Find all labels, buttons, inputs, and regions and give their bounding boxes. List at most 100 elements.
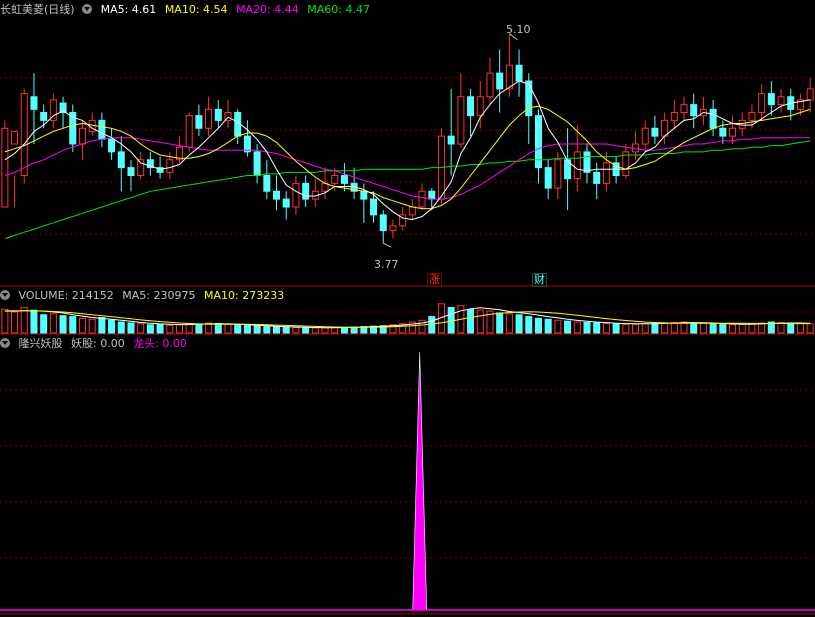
candle-body — [408, 206, 416, 216]
candle-body — [525, 80, 533, 117]
volume-bar — [777, 322, 785, 334]
candle-body — [137, 159, 145, 176]
volume-bar — [98, 317, 106, 334]
volume-bar — [88, 318, 96, 334]
volume-bar — [224, 323, 232, 334]
candle-body — [331, 175, 339, 184]
candle-body — [602, 162, 610, 184]
low-price-label: 3.77 — [374, 258, 399, 271]
event-tag-zhang[interactable]: 涨 — [427, 273, 442, 287]
volume-bar — [292, 327, 300, 334]
candle-body — [680, 104, 688, 113]
volume-bar — [651, 322, 659, 334]
candle-body — [573, 151, 581, 180]
volume-bar — [583, 322, 591, 334]
volume-bar — [496, 312, 504, 334]
candle-body — [651, 127, 659, 137]
ma20-line — [4, 137, 811, 200]
kline-chart[interactable] — [0, 0, 815, 617]
volume-bar — [11, 311, 19, 334]
candle-body — [496, 72, 504, 90]
candle-body — [690, 104, 698, 117]
volume-bar — [476, 309, 484, 334]
candle-body — [98, 119, 106, 140]
indicator-spike — [412, 351, 428, 611]
low-marker-arrow — [383, 242, 392, 248]
candle-body — [195, 115, 203, 129]
volume-bar — [505, 313, 513, 334]
volume-bar — [593, 322, 601, 334]
candle-body — [806, 88, 814, 101]
volume-bar — [602, 322, 610, 334]
volume-bar — [690, 322, 698, 334]
volume-bar — [127, 322, 135, 334]
volume-bar — [243, 324, 251, 334]
volume-bar — [156, 323, 164, 334]
candle-body — [583, 151, 591, 173]
volume-bar — [331, 327, 339, 334]
volume-bar — [661, 322, 669, 334]
volume-bar — [515, 314, 523, 334]
volume-bar — [234, 324, 242, 334]
candle-body — [515, 64, 523, 82]
candle-body — [777, 96, 785, 106]
ma10-line — [4, 105, 811, 210]
volume-bar — [641, 323, 649, 334]
candle-body — [253, 151, 261, 176]
candle-body — [457, 96, 465, 145]
candle-body — [78, 127, 86, 145]
candle-body — [476, 96, 484, 117]
volume-bar — [282, 326, 290, 334]
volume-bar — [69, 316, 77, 334]
candle-body — [593, 171, 601, 184]
volume-bar — [117, 321, 125, 334]
volume-bar — [166, 324, 174, 334]
candle-body — [282, 198, 290, 208]
volume-bar — [729, 324, 737, 334]
candle-body — [467, 96, 475, 117]
high-price-label: 5.10 — [506, 23, 531, 36]
volume-bar — [758, 322, 766, 334]
volume-bar — [253, 325, 261, 334]
volume-bar — [214, 322, 222, 334]
candle-body — [719, 127, 727, 137]
volume-bar — [311, 327, 319, 334]
volume-bar — [709, 323, 717, 334]
ma60-line — [4, 140, 811, 239]
volume-bar — [631, 323, 640, 334]
volume-bar — [525, 316, 533, 334]
volume-bar — [340, 326, 348, 334]
volume-bar — [78, 317, 86, 334]
candle-body — [340, 175, 348, 184]
volume-bar — [796, 322, 804, 334]
volume-bar — [670, 322, 678, 334]
candle-body — [428, 190, 436, 200]
volume-bar — [263, 325, 271, 334]
candle-body — [30, 96, 38, 110]
candle-body — [263, 175, 271, 192]
candle-body — [544, 167, 552, 189]
volume-bar — [302, 327, 310, 334]
candle-body — [127, 167, 135, 176]
volume-bar — [738, 323, 746, 334]
candle-body — [729, 127, 737, 137]
candle-body — [748, 112, 756, 121]
event-tag-cai[interactable]: 财 — [532, 273, 547, 287]
candle-body — [243, 135, 251, 153]
volume-bar — [137, 323, 145, 334]
candle-body — [758, 93, 766, 113]
volume-bar — [108, 319, 116, 334]
volume-bar — [321, 327, 329, 334]
candle-body — [370, 198, 378, 216]
volume-bar — [273, 326, 281, 334]
candle-body — [214, 108, 222, 121]
volume-bar — [719, 323, 727, 334]
candle-body — [166, 159, 174, 173]
volume-bar — [787, 322, 795, 334]
candle-body — [709, 108, 717, 129]
candle-body — [117, 151, 125, 169]
volume-bar — [146, 324, 154, 334]
candle-body — [11, 130, 19, 145]
candle-body — [486, 72, 494, 98]
candle-body — [505, 64, 513, 90]
